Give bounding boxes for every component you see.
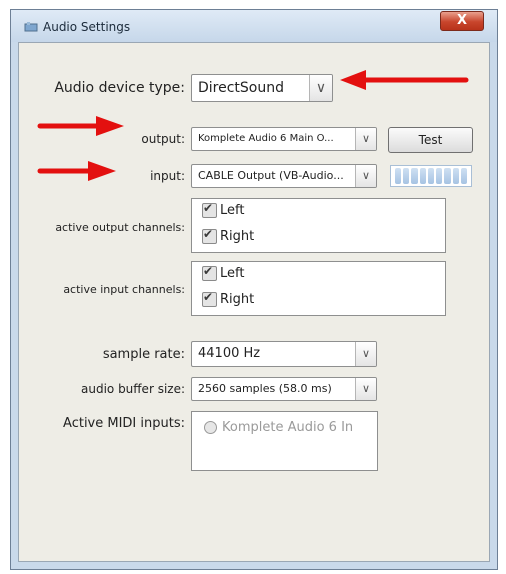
annotation-arrow-input [37, 161, 116, 181]
device-type-label: Audio device type: [54, 80, 185, 96]
annotation-arrow-output [37, 116, 124, 136]
annotation-arrow-device-type [340, 70, 469, 90]
test-button[interactable]: Test [388, 127, 473, 153]
device-type-select[interactable]: DirectSound ∨ [191, 74, 333, 102]
input-channel-left-checkbox[interactable]: Left [202, 264, 244, 284]
check-icon [202, 264, 217, 281]
chevron-down-icon: ∨ [355, 342, 376, 366]
midi-inputs-list: Komplete Audio 6 In [191, 411, 378, 471]
chevron-down-icon: ∨ [355, 165, 376, 187]
device-type-value: DirectSound [198, 80, 285, 96]
chevron-down-icon: ∨ [309, 75, 332, 101]
active-output-channels-label: active output channels: [55, 221, 185, 234]
output-value: Komplete Audio 6 Main O... [198, 133, 334, 144]
output-channel-left-checkbox[interactable]: Left [202, 201, 244, 221]
input-select[interactable]: CABLE Output (VB-Audio... ∨ [191, 164, 377, 188]
app-icon [24, 22, 38, 32]
buffer-size-select[interactable]: 2560 samples (58.0 ms) ∨ [191, 377, 377, 401]
buffer-size-value: 2560 samples (58.0 ms) [198, 382, 332, 395]
input-channel-right-checkbox[interactable]: Right [202, 290, 254, 310]
radio-icon [204, 421, 217, 434]
close-icon: X [456, 13, 468, 28]
check-icon [202, 201, 217, 218]
audio-settings-window: Audio Settings X Audio device type: Dire… [10, 9, 498, 570]
output-channel-right-checkbox[interactable]: Right [202, 227, 254, 247]
sample-rate-select[interactable]: 44100 Hz ∨ [191, 341, 377, 367]
input-level-meter [390, 165, 472, 187]
midi-input-item[interactable]: Komplete Audio 6 In [204, 420, 353, 435]
window-title: Audio Settings [43, 20, 131, 34]
output-select[interactable]: Komplete Audio 6 Main O... ∨ [191, 127, 377, 151]
check-icon [202, 227, 217, 244]
title-bar[interactable]: Audio Settings X [11, 10, 497, 42]
close-button[interactable]: X [440, 11, 484, 31]
input-label: input: [150, 169, 185, 183]
active-input-channels-label: active input channels: [63, 283, 185, 296]
buffer-size-label: audio buffer size: [81, 382, 185, 396]
active-output-channels-list: Left Right [191, 198, 446, 253]
chevron-down-icon: ∨ [355, 128, 376, 150]
sample-rate-label: sample rate: [102, 347, 185, 362]
midi-inputs-label: Active MIDI inputs: [63, 416, 185, 431]
check-icon [202, 290, 217, 307]
sample-rate-value: 44100 Hz [198, 346, 261, 361]
test-button-label: Test [418, 133, 443, 147]
active-input-channels-list: Left Right [191, 261, 446, 316]
input-value: CABLE Output (VB-Audio... [198, 169, 344, 182]
chevron-down-icon: ∨ [355, 378, 376, 400]
